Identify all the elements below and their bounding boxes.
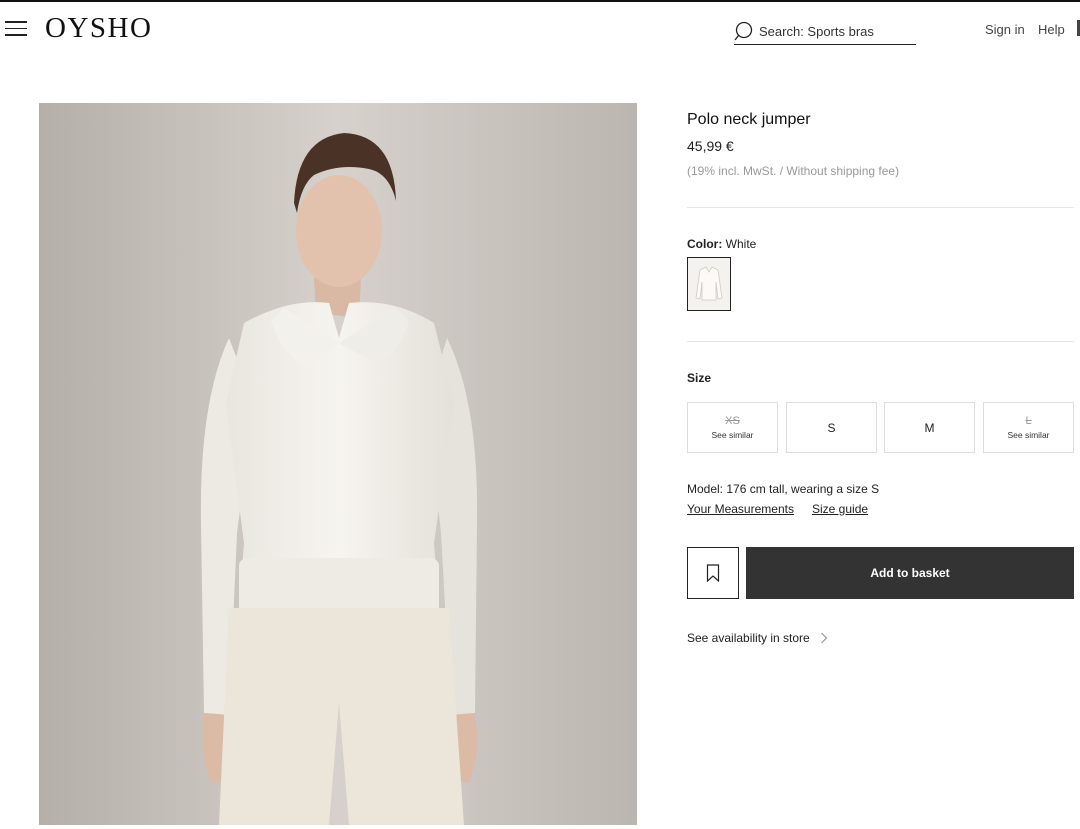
chevron-right-icon [820, 632, 828, 644]
sweater-thumbnail-icon [695, 266, 723, 301]
search-placeholder: Search: Sports bras [759, 23, 874, 39]
size-l-label: L [1025, 415, 1032, 427]
size-option-l[interactable]: L See similar [983, 402, 1074, 453]
add-to-basket-button[interactable]: Add to basket [746, 547, 1074, 599]
availability-link[interactable]: See availability in store [687, 631, 828, 645]
size-m-label: M [924, 420, 935, 435]
logo[interactable]: OYSHO [45, 12, 152, 45]
size-option-xs[interactable]: XS See similar [687, 402, 778, 453]
color-value: White [725, 237, 757, 251]
availability-label: See availability in store [687, 631, 810, 645]
product-image[interactable] [39, 103, 637, 825]
size-guide-link[interactable]: Size guide [812, 502, 868, 516]
see-similar-text: See similar [711, 430, 754, 440]
menu-icon[interactable] [5, 21, 27, 39]
model-info: Model: 176 cm tall, wearing a size S [687, 482, 880, 496]
divider [687, 341, 1074, 342]
top-border [0, 0, 1080, 2]
tax-note: (19% incl. MwSt. / Without shipping fee) [687, 164, 900, 178]
wishlist-button[interactable] [687, 547, 739, 599]
size-option-m[interactable]: M [884, 402, 975, 453]
see-similar-text: See similar [1007, 430, 1050, 440]
color-swatch-white[interactable] [687, 257, 731, 311]
divider [687, 207, 1074, 208]
size-xs-label: XS [725, 415, 740, 427]
size-label: Size [687, 371, 712, 385]
color-line: Color: White [687, 237, 756, 251]
size-s-label: S [827, 420, 836, 435]
product-price: 45,99 € [687, 138, 734, 154]
search-icon [734, 20, 754, 42]
help-link[interactable]: Help [1038, 22, 1065, 37]
product-title: Polo neck jumper [687, 111, 811, 128]
your-measurements-link[interactable]: Your Measurements [687, 502, 794, 516]
search-input[interactable]: Search: Sports bras [734, 18, 916, 45]
bookmark-icon [706, 564, 720, 582]
size-option-s[interactable]: S [786, 402, 877, 453]
sign-in-link[interactable]: Sign in [985, 22, 1025, 37]
color-label: Color: [687, 237, 723, 251]
